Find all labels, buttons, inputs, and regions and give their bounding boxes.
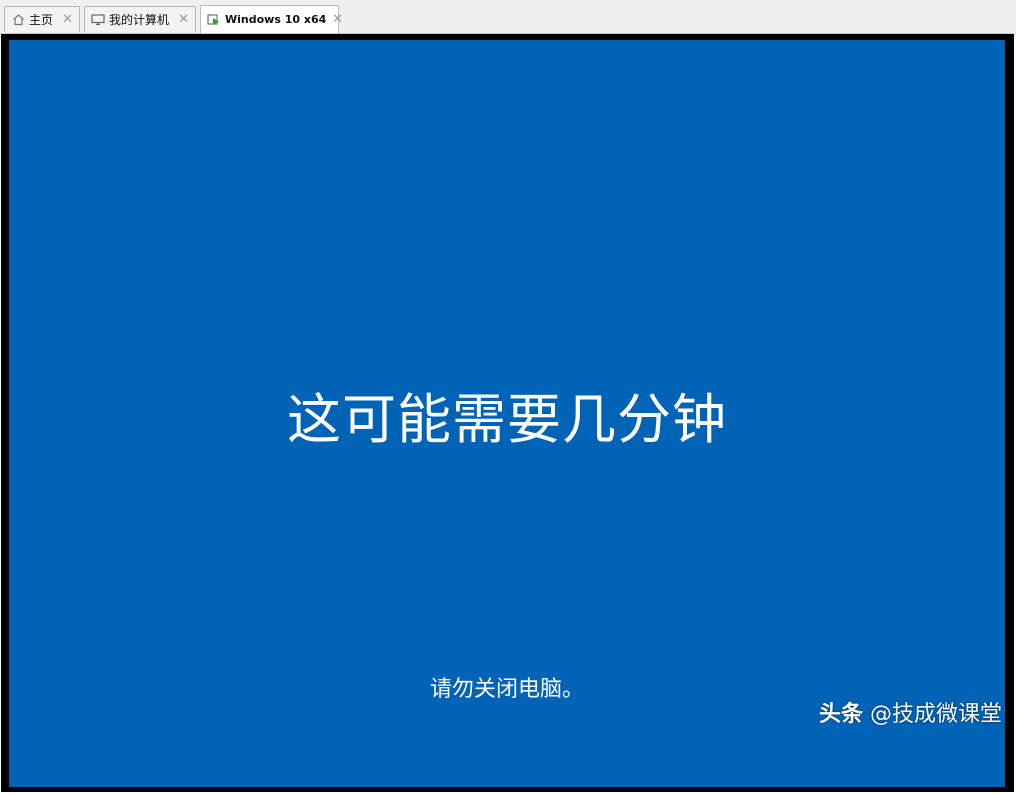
tab-my-computer-label: 我的计算机 [109, 13, 170, 27]
tab-windows-10-x64-label: Windows 10 x64 [225, 13, 327, 26]
vm-running-icon [207, 13, 221, 27]
vm-display-frame: 这可能需要几分钟 请勿关闭电脑。 [1, 34, 1014, 792]
close-icon[interactable]: ✕ [178, 12, 189, 27]
close-icon[interactable]: ✕ [332, 12, 343, 27]
tab-windows-10-x64[interactable]: Windows 10 x64 ✕ [200, 5, 343, 33]
home-icon [11, 13, 25, 27]
watermark: 头条 @技成微课堂 [819, 700, 1002, 730]
tab-home-label: 主页 [29, 13, 54, 27]
tab-home[interactable]: 主页 ✕ [4, 6, 80, 32]
tab-my-computer[interactable]: 我的计算机 ✕ [84, 6, 196, 32]
watermark-handle: @技成微课堂 [869, 702, 1002, 727]
setup-main-message: 这可能需要几分钟 [287, 388, 727, 451]
close-icon[interactable]: ✕ [62, 12, 73, 27]
monitor-icon [91, 13, 105, 27]
watermark-brand: 头条 [818, 702, 863, 727]
vm-screen[interactable]: 这可能需要几分钟 请勿关闭电脑。 [9, 40, 1005, 787]
tab-bar: 主页 ✕ 我的计算机 ✕ Windows 10 x64 ✕ [0, 0, 1016, 34]
